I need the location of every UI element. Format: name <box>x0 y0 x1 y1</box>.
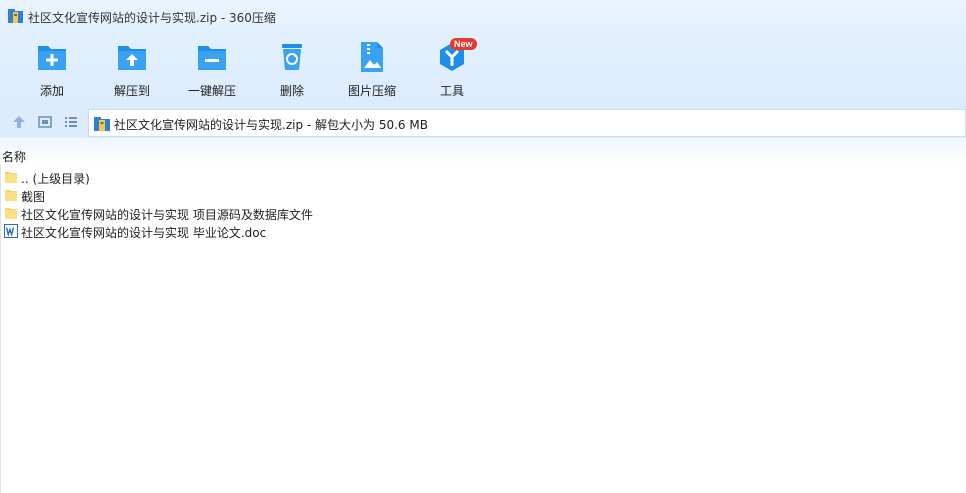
delete-button[interactable]: 删除 <box>256 38 328 102</box>
list-view-icon[interactable] <box>64 115 78 129</box>
navigation-bar: 社区文化宣传网站的设计与实现.zip - 解包大小为 50.6 MB <box>0 106 966 138</box>
folder-icon <box>5 208 17 219</box>
extract-to-label: 解压到 <box>113 84 150 98</box>
folder-icon <box>5 172 17 183</box>
list-item-label: 社区文化宣传网站的设计与实现 毕业论文.doc <box>21 226 267 240</box>
add-button[interactable]: 添加 <box>16 38 88 102</box>
one-click-extract-label: 一键解压 <box>187 84 236 98</box>
zip-archive-icon <box>8 9 23 23</box>
new-badge: New <box>450 38 477 50</box>
image-compress-button[interactable]: 图片压缩 <box>336 38 408 102</box>
address-bar[interactable]: 社区文化宣传网站的设计与实现.zip - 解包大小为 50.6 MB <box>88 109 966 137</box>
tools-button[interactable]: New 工具 <box>416 38 488 102</box>
toolbar: 添加 解压到 一键解压 删除 图片压缩 New 工具 <box>0 34 966 106</box>
list-item-label: 社区文化宣传网站的设计与实现 项目源码及数据库文件 <box>21 208 313 222</box>
list-item-thesis-doc[interactable]: 社区文化宣传网站的设计与实现 毕业论文.doc <box>0 222 966 240</box>
tools-label: 工具 <box>439 84 464 98</box>
list-item-source-folder[interactable]: 社区文化宣传网站的设计与实现 项目源码及数据库文件 <box>0 204 966 222</box>
delete-label: 删除 <box>279 84 304 98</box>
image-compress-icon <box>361 42 383 72</box>
add-folder-icon <box>38 46 66 70</box>
list-item-label: .. (上级目录) <box>21 172 90 186</box>
list-header: 名称 <box>0 138 966 164</box>
zip-archive-icon <box>94 117 110 131</box>
list-item-screenshots-folder[interactable]: 截图 <box>0 186 966 204</box>
add-label: 添加 <box>39 84 64 98</box>
folder-icon <box>5 190 17 201</box>
up-arrow-icon[interactable] <box>12 115 26 129</box>
list-item-label: 截图 <box>21 190 46 204</box>
address-text: 社区文化宣传网站的设计与实现.zip - 解包大小为 50.6 MB <box>114 118 428 132</box>
title-bar: 社区文化宣传网站的设计与实现.zip - 360压缩 <box>0 0 966 34</box>
extract-to-folder-icon <box>118 46 146 70</box>
thumbnail-view-icon[interactable] <box>38 115 52 129</box>
recycle-bin-icon <box>282 44 302 70</box>
file-list: .. (上级目录) 截图 社区文化宣传网站的设计与实现 项目源码及数据库文件 社… <box>0 168 966 240</box>
one-click-extract-button[interactable]: 一键解压 <box>176 38 248 102</box>
image-compress-label: 图片压缩 <box>347 84 396 98</box>
extract-to-button[interactable]: 解压到 <box>96 38 168 102</box>
list-item-parent-directory[interactable]: .. (上级目录) <box>0 168 966 186</box>
one-click-extract-icon <box>198 46 226 70</box>
column-header-name[interactable]: 名称 <box>2 148 26 165</box>
window-title: 社区文化宣传网站的设计与实现.zip - 360压缩 <box>28 11 276 25</box>
word-document-icon <box>4 224 18 238</box>
